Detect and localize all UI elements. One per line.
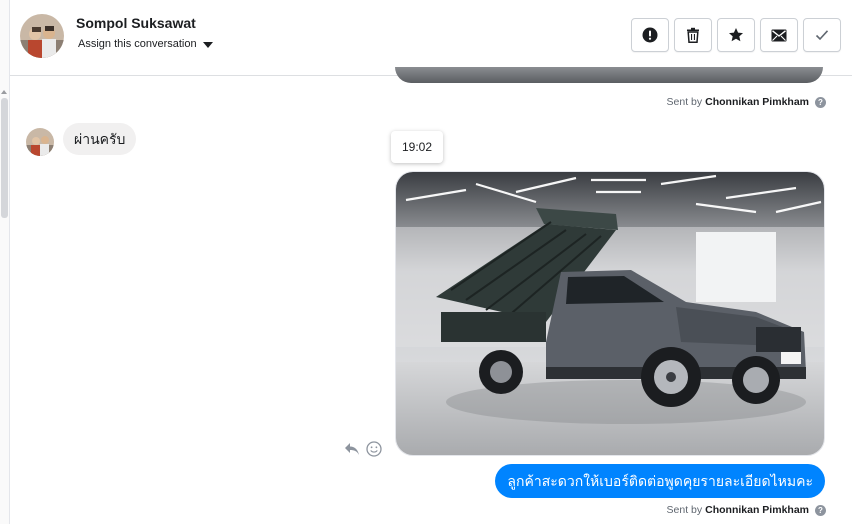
timestamp-tooltip: 19:02 bbox=[391, 131, 443, 163]
star-icon bbox=[729, 28, 743, 42]
sent-by-prefix: Sent by bbox=[666, 96, 703, 108]
outgoing-message-bubble[interactable]: ลูกค้าสะดวกให้เบอร์ติดต่อพูดคุยรายละเอีย… bbox=[495, 464, 825, 498]
contact-name[interactable]: Sompol Suksawat bbox=[76, 15, 196, 31]
sent-by-agent-name[interactable]: Chonnikan Pimkham bbox=[705, 504, 809, 516]
envelope-icon bbox=[771, 29, 787, 41]
contact-avatar[interactable] bbox=[20, 14, 64, 58]
help-question-icon[interactable]: ? bbox=[815, 504, 826, 516]
message-tools bbox=[344, 441, 382, 457]
react-emoji-icon[interactable] bbox=[366, 441, 382, 457]
exclamation-circle-icon bbox=[642, 27, 658, 43]
pickup-truck-photo[interactable] bbox=[395, 171, 825, 456]
inbox-conversation-view: Sompol Suksawat Assign this conversation bbox=[0, 0, 852, 524]
help-question-icon[interactable]: ? bbox=[815, 96, 826, 108]
assign-conversation-dropdown[interactable]: Assign this conversation bbox=[78, 38, 213, 50]
last-sent-by: Sent by Chonnikan Pimkham ? bbox=[667, 504, 826, 516]
star-button[interactable] bbox=[717, 18, 755, 52]
previous-sent-by: Sent by Chonnikan Pimkham ? bbox=[667, 96, 826, 108]
sent-by-agent-name[interactable]: Chonnikan Pimkham bbox=[705, 96, 809, 108]
contact-avatar-small[interactable] bbox=[26, 128, 54, 156]
checkmark-icon bbox=[815, 30, 829, 41]
mark-spam-button[interactable] bbox=[631, 18, 669, 52]
assign-label: Assign this conversation bbox=[78, 38, 197, 50]
sent-by-prefix: Sent by bbox=[666, 504, 703, 516]
delete-button[interactable] bbox=[674, 18, 712, 52]
trash-icon bbox=[687, 27, 699, 43]
conversation-header: Sompol Suksawat Assign this conversation bbox=[10, 0, 852, 76]
mark-unread-button[interactable] bbox=[760, 18, 798, 52]
previous-photo-message[interactable] bbox=[395, 67, 823, 83]
mark-done-button[interactable] bbox=[803, 18, 841, 52]
left-scrollbar[interactable] bbox=[0, 0, 10, 524]
conversation-actions bbox=[631, 18, 841, 52]
caret-down-icon bbox=[202, 41, 213, 48]
message-thread[interactable]: Sent by Chonnikan Pimkham ? ผ่านครับ 19:… bbox=[10, 67, 852, 524]
scroll-up-arrow-icon[interactable] bbox=[1, 90, 7, 94]
incoming-message-bubble[interactable]: ผ่านครับ bbox=[63, 123, 137, 155]
scrollbar-thumb[interactable] bbox=[1, 98, 8, 218]
reply-icon[interactable] bbox=[344, 442, 360, 456]
